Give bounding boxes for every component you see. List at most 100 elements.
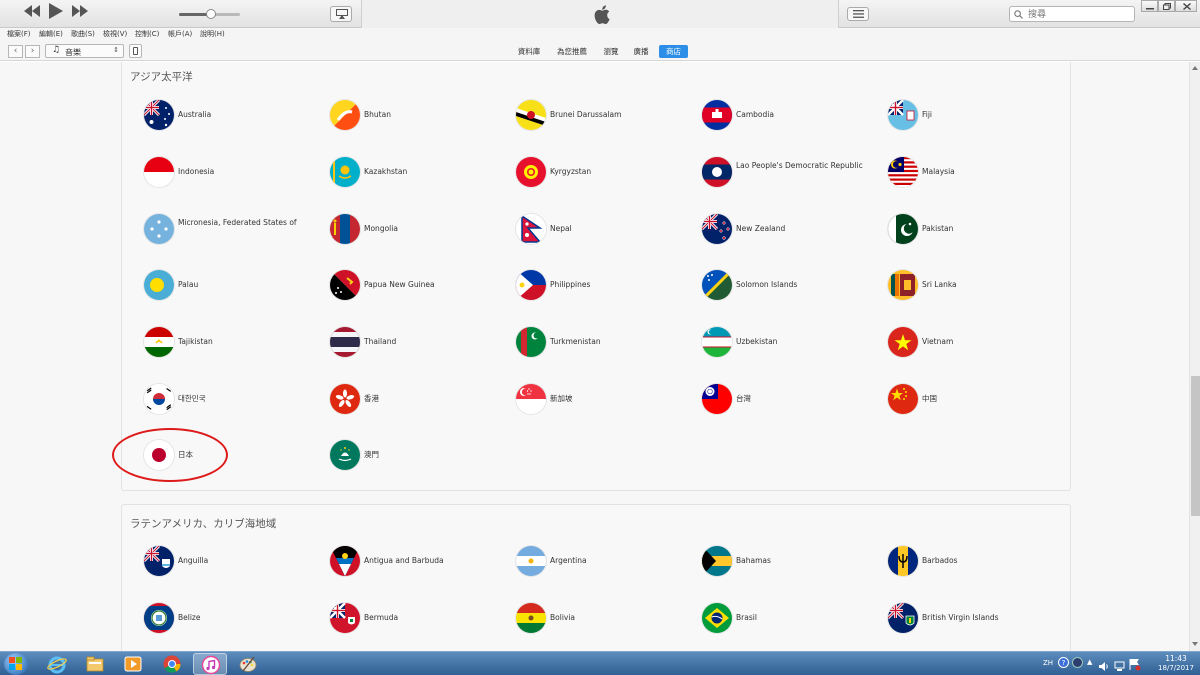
country-china[interactable]: 中国	[888, 384, 1068, 416]
play-icon[interactable]	[49, 3, 63, 24]
country-papua-new-guinea[interactable]: Papua New Guinea	[330, 270, 510, 302]
country-south-korea[interactable]: 대한민국	[144, 384, 324, 416]
network-icon[interactable]	[1114, 657, 1125, 675]
malaysia-flag-icon	[888, 157, 918, 187]
media-player-icon	[124, 656, 142, 672]
country-micronesia[interactable]: Micronesia, Federated States of	[144, 214, 324, 246]
country-hong-kong[interactable]: 香港	[330, 384, 510, 416]
country-name: Papua New Guinea	[364, 280, 435, 289]
volume-knob[interactable]	[206, 9, 216, 19]
scroll-down-icon[interactable]	[1192, 642, 1198, 646]
country-indonesia[interactable]: Indonesia	[144, 157, 324, 189]
tab-radio[interactable]: 廣播	[629, 45, 653, 58]
country-uzbekistan[interactable]: Uzbekistan	[702, 327, 882, 359]
country-brunei[interactable]: Brunei Darussalam	[516, 100, 696, 132]
back-button[interactable]: ‹	[8, 45, 23, 58]
device-button[interactable]	[129, 44, 142, 58]
country-turkmenistan[interactable]: Turkmenistan	[516, 327, 696, 359]
search-box[interactable]	[1009, 6, 1135, 22]
show-hidden-icons[interactable]: ▲	[1087, 658, 1092, 666]
taskbar-media-player-button[interactable]	[116, 653, 150, 675]
next-track-icon[interactable]	[72, 4, 88, 22]
country-thailand[interactable]: Thailand	[330, 327, 510, 359]
argentina-flag-icon	[516, 546, 546, 576]
country-bhutan[interactable]: Bhutan	[330, 100, 510, 132]
scrollbar-thumb[interactable]	[1191, 376, 1200, 516]
country-nepal[interactable]: Nepal	[516, 214, 696, 246]
country-kazakhstan[interactable]: Kazakhstan	[330, 157, 510, 189]
country-japan[interactable]: 日本	[144, 440, 324, 472]
up-next-button[interactable]	[847, 7, 869, 21]
media-type-selector[interactable]: ♫ 音樂 ⇕	[45, 44, 124, 58]
taskbar-chrome-button[interactable]	[155, 653, 189, 675]
country-cambodia[interactable]: Cambodia	[702, 100, 882, 132]
tab-library[interactable]: 資料庫	[512, 45, 546, 58]
country-macau[interactable]: 澳門	[330, 440, 510, 472]
country-bolivia[interactable]: Bolivia	[516, 603, 696, 635]
country-solomon-islands[interactable]: Solomon Islands	[702, 270, 882, 302]
country-belize[interactable]: Belize	[144, 603, 324, 635]
menu-file[interactable]: 檔案(F)	[7, 29, 31, 39]
country-vietnam[interactable]: Vietnam	[888, 327, 1068, 359]
search-input[interactable]	[1028, 8, 1128, 21]
country-british-virgin-islands[interactable]: British Virgin Islands	[888, 603, 1068, 635]
country-palau[interactable]: Palau	[144, 270, 324, 302]
country-fiji[interactable]: Fiji	[888, 100, 1068, 132]
tab-browse[interactable]: 瀏覽	[599, 45, 623, 58]
menu-account[interactable]: 帳戶(A)	[168, 29, 192, 39]
country-anguilla[interactable]: Anguilla	[144, 546, 324, 578]
vertical-scrollbar[interactable]	[1189, 62, 1200, 651]
start-button[interactable]	[4, 653, 28, 675]
player-bar	[0, 0, 1200, 28]
forward-button[interactable]: ›	[25, 45, 40, 58]
menu-controls[interactable]: 控制(C)	[135, 29, 159, 39]
country-sri-lanka[interactable]: Sri Lanka	[888, 270, 1068, 302]
minimize-button[interactable]	[1141, 0, 1158, 12]
ime-icon[interactable]	[1072, 657, 1083, 668]
scroll-up-icon[interactable]	[1192, 66, 1198, 70]
country-brasil[interactable]: Brasil	[702, 603, 882, 635]
tab-store[interactable]: 商店	[659, 45, 688, 58]
country-kyrgyzstan[interactable]: Kyrgyzstan	[516, 157, 696, 189]
menu-song[interactable]: 歌曲(S)	[71, 29, 95, 39]
airplay-button[interactable]	[330, 6, 352, 22]
clock-time[interactable]: 11:43	[1157, 654, 1195, 663]
windows-logo-icon	[9, 657, 22, 670]
close-button[interactable]	[1175, 0, 1197, 12]
country-barbados[interactable]: Barbados	[888, 546, 1068, 578]
action-center-flag-icon[interactable]	[1129, 656, 1141, 675]
help-icon[interactable]: ?	[1058, 657, 1069, 668]
taskbar-itunes-button[interactable]	[193, 653, 227, 675]
country-bermuda[interactable]: Bermuda	[330, 603, 510, 635]
taskbar-paint-button[interactable]	[231, 653, 265, 675]
country-name: Lao People's Democratic Republic	[736, 161, 863, 170]
maximize-button[interactable]	[1158, 0, 1175, 12]
country-australia[interactable]: Australia	[144, 100, 324, 132]
country-name: 日本	[178, 450, 193, 459]
menu-view[interactable]: 檢視(V)	[103, 29, 127, 39]
cambodia-flag-icon	[702, 100, 732, 130]
previous-track-icon[interactable]	[24, 4, 40, 22]
country-mongolia[interactable]: Mongolia	[330, 214, 510, 246]
tab-for-you[interactable]: 為您推薦	[552, 45, 592, 58]
language-indicator[interactable]: ZH	[1043, 659, 1053, 667]
country-new-zealand[interactable]: New Zealand	[702, 214, 882, 246]
country-pakistan[interactable]: Pakistan	[888, 214, 1068, 246]
taskbar-ie-button[interactable]	[40, 653, 74, 675]
clock-date[interactable]: 18/7/2017	[1157, 664, 1195, 672]
country-philippines[interactable]: Philippines	[516, 270, 696, 302]
taskbar-explorer-button[interactable]	[78, 653, 112, 675]
menu-edit[interactable]: 編輯(E)	[39, 29, 63, 39]
country-argentina[interactable]: Argentina	[516, 546, 696, 578]
country-singapore[interactable]: 新加坡	[516, 384, 696, 416]
menu-help[interactable]: 說明(H)	[200, 29, 225, 39]
country-name: Turkmenistan	[550, 337, 601, 346]
country-malaysia[interactable]: Malaysia	[888, 157, 1068, 189]
volume-slider[interactable]	[179, 9, 240, 19]
country-bahamas[interactable]: Bahamas	[702, 546, 882, 578]
country-laos[interactable]: Lao People's Democratic Republic	[702, 157, 882, 189]
country-taiwan[interactable]: 台灣	[702, 384, 882, 416]
volume-icon[interactable]	[1099, 657, 1110, 675]
country-tajikistan[interactable]: Tajikistan	[144, 327, 324, 359]
country-antigua-and-barbuda[interactable]: Antigua and Barbuda	[330, 546, 510, 578]
